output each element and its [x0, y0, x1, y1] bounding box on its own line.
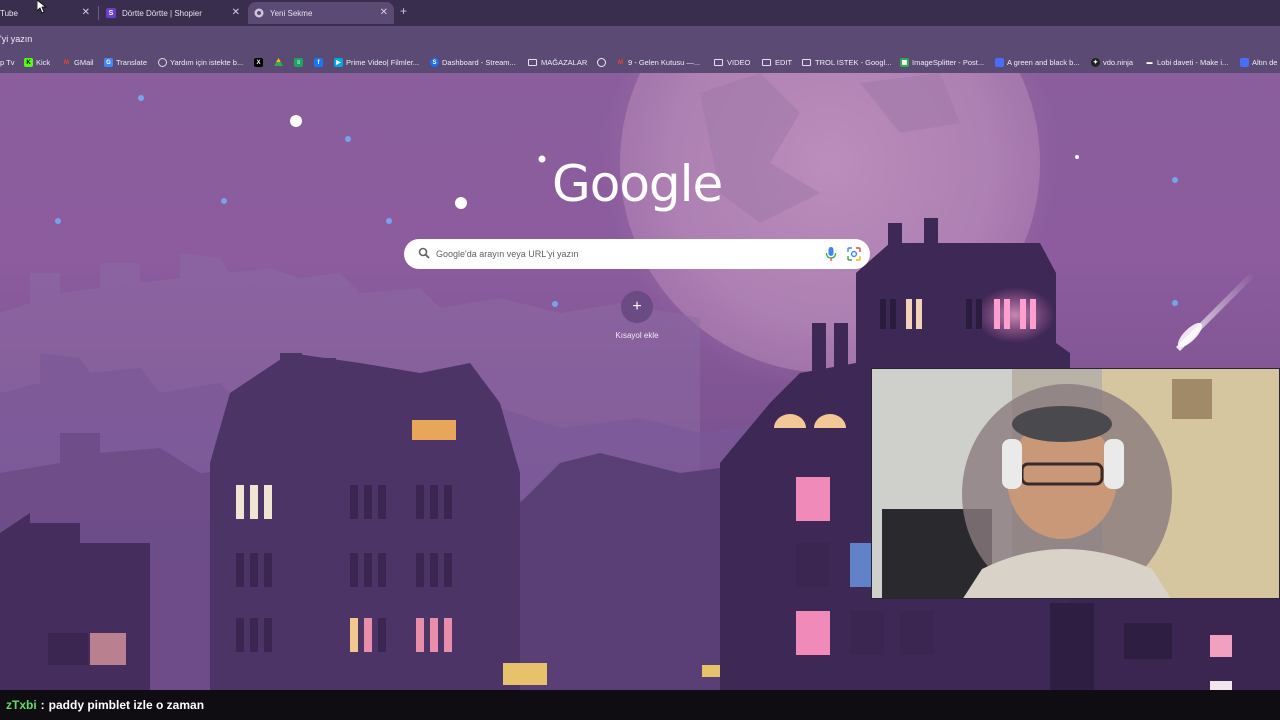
tab-shopier[interactable]: S Dörtte Dörtte | Shopier ✕ — [100, 2, 246, 24]
bookmark-label: 9 - Gelen Kutusu —... — [628, 58, 701, 67]
bookmark-item[interactable]: ✦ vdo.ninja — [1091, 56, 1133, 69]
document-icon — [1240, 58, 1249, 67]
close-icon[interactable]: ✕ — [380, 7, 388, 19]
bookmark-label: Lobi daveti - Make i... — [1157, 58, 1229, 67]
chat-username: zTxbi — [6, 698, 37, 712]
shopier-icon: S — [106, 8, 116, 18]
close-icon[interactable]: ✕ — [82, 7, 90, 19]
tab-strip: Tube ✕ S Dörtte Dörtte | Shopier ✕ Yeni … — [0, 0, 1280, 26]
bookmark-item[interactable]: p Tv — [0, 56, 14, 69]
close-icon[interactable]: ✕ — [232, 7, 240, 19]
bookmark-label: vdo.ninja — [1103, 58, 1134, 67]
bookmark-label: EDIT — [775, 58, 793, 67]
bookmark-label: TROL ISTEK - Googl... — [815, 58, 892, 67]
omnibox[interactable]: 'yi yazın — [0, 30, 32, 48]
bookmark-item[interactable] — [274, 56, 286, 69]
document-icon — [995, 58, 1004, 67]
bookmark-item[interactable]: MAĞAZALAR — [528, 56, 587, 69]
bookmark-label: VIDEO — [727, 58, 751, 67]
facebook-icon: f — [314, 58, 323, 67]
bookmark-label: Altın de — [1252, 58, 1278, 67]
bookmark-item[interactable]: M GMail — [62, 56, 94, 69]
bookmark-label: Prime Video| Filmler... — [346, 58, 420, 67]
chat-overlay: zTxbi : paddy pimblet izle o zaman — [0, 690, 1280, 720]
globe-icon — [597, 58, 606, 67]
bookmark-item[interactable]: EDIT — [762, 56, 792, 69]
google-lens-icon[interactable] — [846, 246, 862, 262]
bookmark-label: p Tv — [0, 58, 15, 67]
webcam-overlay — [871, 368, 1280, 599]
translate-icon: G — [104, 58, 113, 67]
gmail-icon: M — [64, 59, 69, 66]
folder-icon — [762, 59, 771, 66]
folder-icon — [714, 59, 723, 66]
mouse-cursor-icon — [37, 0, 47, 14]
tab-new-tab[interactable]: Yeni Sekme ✕ — [248, 2, 394, 24]
new-tab-button[interactable]: + — [400, 4, 407, 18]
chat-message: paddy pimblet izle o zaman — [48, 698, 205, 712]
tab-label: Dörtte Dörtte | Shopier — [122, 8, 202, 18]
bookmark-label: A green and black b... — [1007, 58, 1080, 67]
lobby-icon: ▬ — [1146, 59, 1153, 66]
tab-label: Yeni Sekme — [270, 8, 313, 18]
search-input[interactable] — [436, 246, 816, 262]
folder-icon — [528, 59, 537, 66]
bookmark-item[interactable]: ▦ ImageSplitter - Post... — [900, 56, 984, 69]
sheets-icon: ≡ — [294, 58, 303, 67]
bookmark-item[interactable]: ≡ — [294, 56, 306, 69]
prime-video-icon: ▶ — [334, 58, 343, 67]
vdo-ninja-icon: ✦ — [1091, 58, 1100, 67]
bookmark-item[interactable]: S Dashboard - Stream... — [430, 56, 516, 69]
bookmarks-bar: p Tv K Kick M GMail G Translate Yardım için… — [0, 52, 1280, 73]
omnibox-text: 'yi yazın — [0, 34, 33, 44]
bookmark-item[interactable]: f — [314, 56, 326, 69]
bookmark-label: Yardım için istekte b... — [170, 58, 244, 67]
add-shortcut-label: Kısayol ekle — [615, 331, 659, 340]
bookmark-item[interactable]: X — [254, 56, 266, 69]
tab-label: Tube — [0, 8, 18, 18]
bookmark-item[interactable]: A green and black b... — [995, 56, 1080, 69]
bookmark-item[interactable]: M 9 - Gelen Kutusu —... — [616, 56, 700, 69]
chrome-icon — [254, 8, 264, 18]
microphone-icon[interactable] — [824, 246, 838, 262]
bookmark-label: GMail — [74, 58, 94, 67]
drive-icon — [274, 58, 283, 67]
tab-separator — [98, 6, 99, 20]
plus-icon: + — [632, 298, 642, 315]
bookmark-item[interactable]: Yardım için istekte b... — [158, 56, 243, 69]
kick-icon: K — [24, 58, 33, 67]
bookmark-item[interactable]: TROL ISTEK - Googl... — [802, 56, 891, 69]
gmail-icon: M — [618, 59, 623, 66]
address-bar: 'yi yazın — [0, 26, 1280, 52]
bookmark-item[interactable]: Altın de — [1240, 56, 1277, 69]
bookmark-item[interactable]: ▬ Lobi daveti - Make i... — [1145, 56, 1229, 69]
tab-youtube[interactable]: Tube ✕ — [0, 2, 96, 24]
search-box[interactable] — [404, 239, 870, 269]
streamelements-icon: S — [430, 58, 439, 67]
chat-separator: : — [40, 698, 45, 712]
search-icon — [418, 247, 430, 259]
bookmark-item[interactable]: ▶ Prime Video| Filmler... — [334, 56, 419, 69]
bookmark-label: Kick — [36, 58, 51, 67]
bookmark-label: ImageSplitter - Post... — [912, 58, 985, 67]
bookmark-item[interactable] — [597, 56, 609, 69]
folder-icon — [802, 59, 811, 66]
bookmark-label: MAĞAZALAR — [541, 58, 588, 67]
webcam-feed — [872, 369, 1279, 598]
bookmark-item[interactable]: VIDEO — [714, 56, 750, 69]
help-icon — [158, 58, 167, 67]
bookmark-item[interactable]: G Translate — [104, 56, 147, 69]
x-icon: X — [254, 58, 263, 67]
imagesplitter-icon: ▦ — [900, 58, 909, 67]
bookmark-label: Dashboard - Stream... — [442, 58, 516, 67]
bookmark-label: Translate — [116, 58, 147, 67]
add-shortcut-button[interactable]: + — [621, 291, 653, 323]
bookmark-item[interactable]: K Kick — [24, 56, 50, 69]
google-logo: Google — [552, 155, 723, 213]
